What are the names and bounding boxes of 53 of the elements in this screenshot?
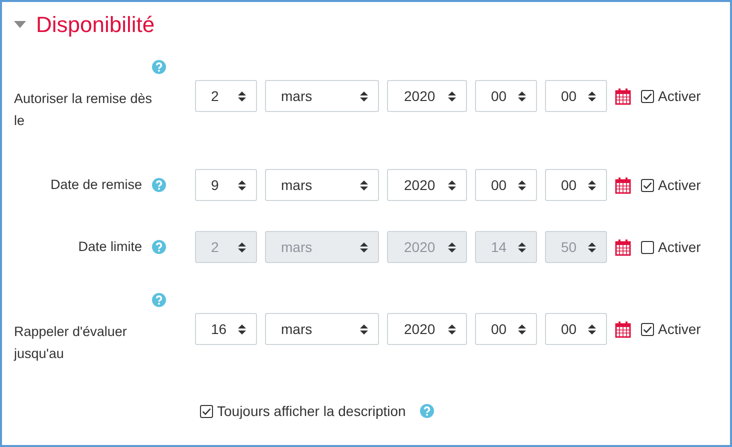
dropdown[interactable]: mars — [265, 80, 379, 112]
dropdown[interactable]: 16 — [195, 313, 257, 345]
sort-arrows-icon — [448, 90, 456, 102]
checkbox[interactable] — [641, 178, 654, 192]
dropdown[interactable]: 00 — [475, 169, 537, 201]
checkbox[interactable] — [641, 322, 654, 336]
calendar-icon[interactable] — [615, 238, 631, 256]
sort-arrows-icon — [518, 180, 526, 190]
dropdown[interactable]: 2020 — [387, 169, 467, 201]
sort-arrows-icon — [518, 242, 526, 252]
sort-arrows-icon — [588, 242, 596, 252]
dropdown[interactable]: 9 — [195, 169, 257, 201]
sort-arrows-icon — [588, 324, 596, 334]
checkbox[interactable] — [641, 90, 654, 102]
field-label: Date limite — [78, 238, 142, 256]
dropdown[interactable]: 00 — [545, 80, 607, 112]
checkbox-label[interactable]: Activer — [658, 321, 701, 337]
sort-arrows-icon — [518, 324, 526, 334]
sort-arrows-icon — [238, 242, 246, 252]
checkbox-label[interactable]: Activer — [658, 177, 701, 193]
dropdown[interactable]: 00 — [545, 169, 607, 201]
dropdown[interactable]: mars — [265, 169, 379, 201]
field-label: Date de remise — [50, 176, 142, 194]
dropdown[interactable]: 00 — [545, 313, 607, 345]
sort-arrows-icon — [238, 90, 246, 102]
dropdown[interactable]: 2 — [195, 80, 257, 112]
calendar-icon[interactable] — [615, 320, 631, 338]
checkbox[interactable] — [200, 404, 213, 418]
field-label: Autoriser la remise dès le — [14, 90, 154, 130]
sort-arrows-icon — [588, 180, 596, 190]
sort-arrows-icon — [360, 90, 368, 102]
sort-arrows-icon — [448, 242, 456, 252]
sort-arrows-icon — [238, 324, 246, 334]
dropdown[interactable]: 2020 — [387, 313, 467, 345]
dropdown[interactable]: 00 — [475, 313, 537, 345]
calendar-icon[interactable] — [615, 88, 631, 104]
sort-arrows-icon — [360, 324, 368, 334]
checkbox-label[interactable]: Toujours afficher la description — [217, 403, 406, 419]
field-label: Rappeler d'évaluer jusqu'au — [14, 323, 128, 363]
dropdown[interactable]: 00 — [475, 80, 537, 112]
checkbox-label[interactable]: Activer — [658, 88, 701, 104]
sort-arrows-icon — [518, 90, 526, 102]
sort-arrows-icon — [448, 324, 456, 334]
sort-arrows-icon — [238, 180, 246, 190]
calendar-icon[interactable] — [615, 176, 631, 194]
sort-arrows-icon — [588, 90, 596, 102]
sort-arrows-icon — [448, 180, 456, 190]
dropdown[interactable]: 2020 — [387, 80, 467, 112]
sort-arrows-icon — [360, 180, 368, 190]
collapse-icon[interactable] — [14, 21, 26, 29]
section-title[interactable]: Disponibilité — [36, 12, 155, 38]
dropdown[interactable]: mars — [265, 313, 379, 345]
sort-arrows-icon — [360, 242, 368, 252]
